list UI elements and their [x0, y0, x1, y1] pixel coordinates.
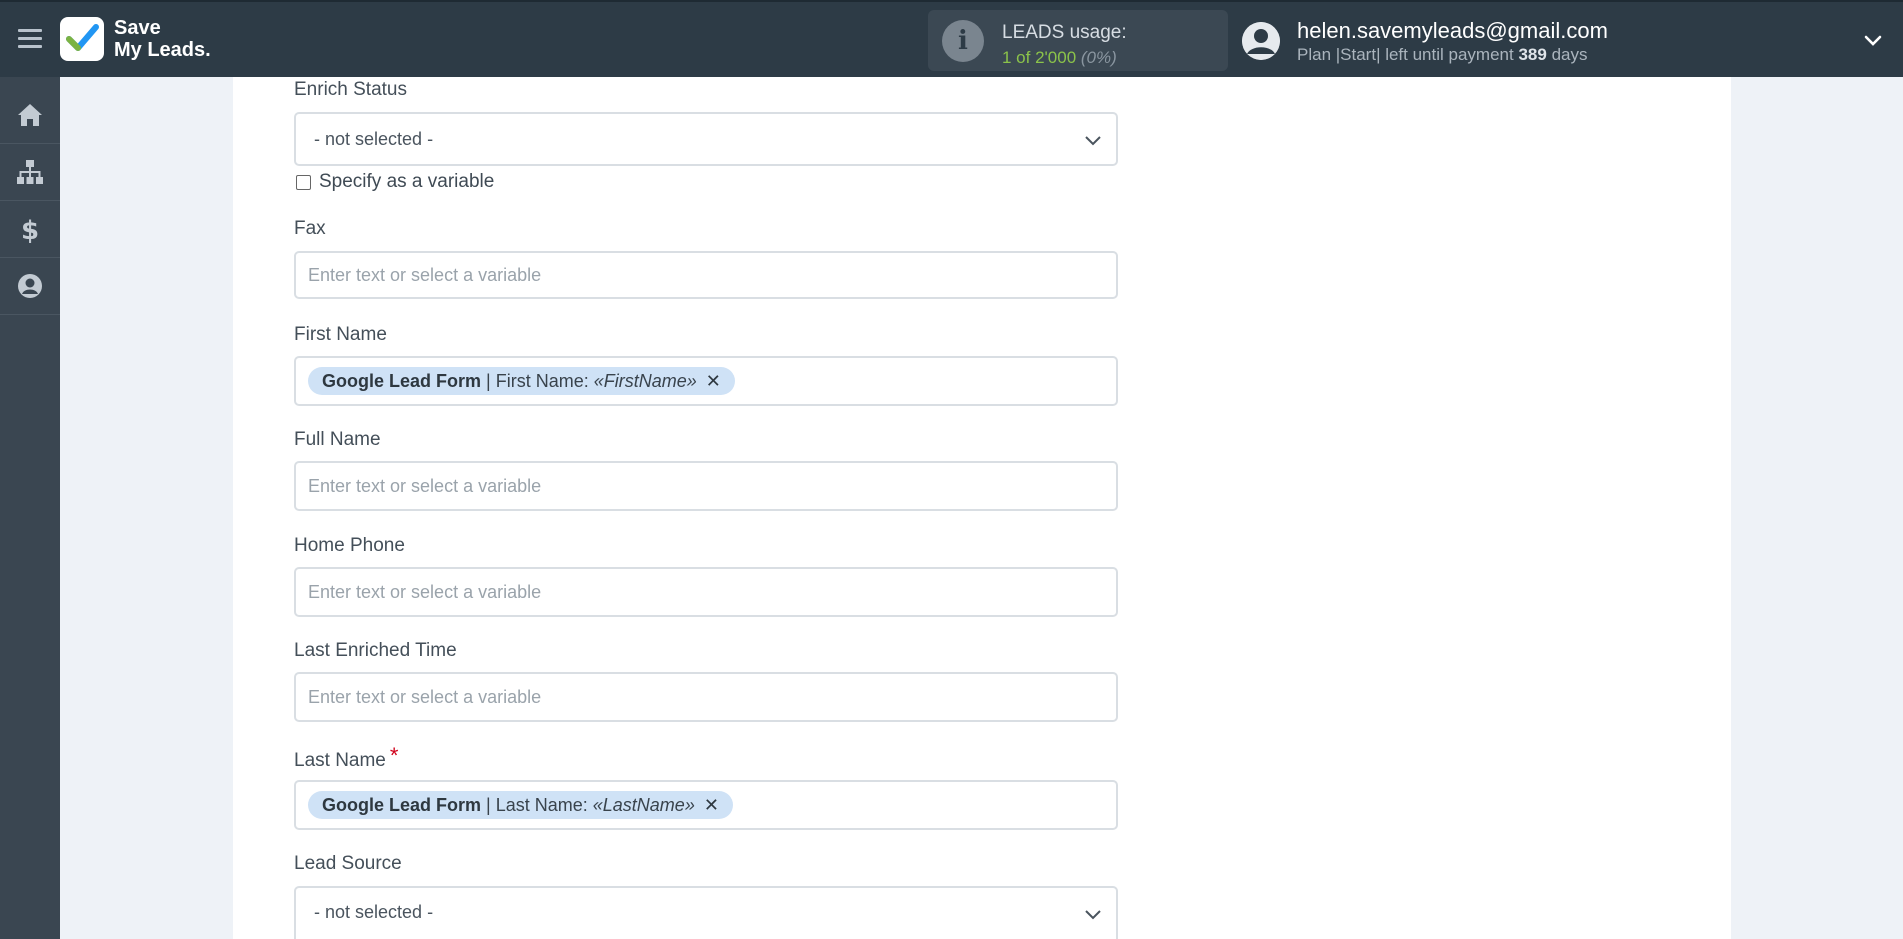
logo-icon[interactable] — [60, 17, 104, 61]
enrich-status-select[interactable]: - not selected - — [294, 112, 1118, 166]
user-email[interactable]: helen.savemyleads@gmail.com — [1297, 18, 1608, 44]
info-icon: i — [942, 20, 984, 62]
plan-suffix: days — [1551, 45, 1588, 64]
usage-count-value: 1 of 2'000 — [1002, 48, 1077, 67]
home-phone-input[interactable]: Enter text or select a variable — [294, 567, 1118, 617]
chip-source: Google Lead Form — [322, 795, 482, 815]
user-plan: Plan |Start| left until payment 389 days — [1297, 45, 1587, 65]
specify-variable-checkbox[interactable] — [296, 174, 311, 190]
last-enriched-time-label: Last Enriched Time — [294, 640, 457, 661]
chip-variable: «FirstName» — [593, 371, 697, 391]
top-bar: Save My Leads. i LEADS usage: 1 of 2'000… — [0, 0, 1903, 77]
last-name-label-text: Last Name — [294, 750, 386, 771]
last-name-input[interactable]: Google Lead Form | Last Name: «LastName»… — [294, 780, 1118, 830]
sidebar-item-connections[interactable] — [0, 144, 60, 201]
sidebar-item-account[interactable] — [0, 258, 60, 315]
chip-source: Google Lead Form — [322, 371, 482, 391]
enrich-status-label: Enrich Status — [294, 79, 407, 100]
full-name-placeholder: Enter text or select a variable — [308, 476, 542, 496]
sidebar-item-billing[interactable]: $ — [0, 201, 60, 258]
dollar-icon: $ — [21, 216, 39, 244]
sidebar-item-home[interactable] — [0, 87, 60, 144]
avatar[interactable] — [1242, 22, 1280, 60]
required-mark: * — [389, 743, 399, 768]
sitemap-icon — [17, 160, 43, 184]
close-icon[interactable]: ✕ — [706, 371, 721, 391]
full-name-input[interactable]: Enter text or select a variable — [294, 461, 1118, 511]
last-name-label: Last Name * — [294, 743, 399, 772]
svg-text:$: $ — [21, 216, 39, 244]
leads-usage-panel: i LEADS usage: 1 of 2'000 (0%) — [928, 10, 1228, 71]
home-phone-label: Home Phone — [294, 535, 405, 556]
chevron-down-icon[interactable] — [1863, 30, 1883, 50]
specify-variable-label: Specify as a variable — [319, 171, 495, 192]
plan-days: 389 — [1518, 45, 1547, 64]
chevron-down-icon — [1085, 136, 1101, 146]
user-circle-icon — [18, 274, 42, 298]
brand-name[interactable]: Save My Leads. — [114, 17, 211, 61]
enrich-status-value: - not selected - — [314, 129, 434, 149]
chip-field: | First Name: — [486, 371, 589, 391]
close-icon[interactable]: ✕ — [704, 795, 719, 815]
menu-icon[interactable] — [18, 29, 42, 49]
usage-count: 1 of 2'000 (0%) — [1002, 48, 1117, 68]
chip-field: | Last Name: — [486, 795, 588, 815]
sidebar: $ — [0, 77, 60, 939]
full-name-label: Full Name — [294, 429, 381, 450]
brand-line-2: My Leads. — [114, 39, 211, 61]
lead-source-select[interactable]: - not selected - — [294, 886, 1118, 939]
fax-input[interactable]: Enter text or select a variable — [294, 251, 1118, 299]
fax-placeholder: Enter text or select a variable — [308, 265, 542, 285]
last-enriched-time-placeholder: Enter text or select a variable — [308, 687, 542, 707]
chip-variable: «LastName» — [592, 795, 695, 815]
fax-label: Fax — [294, 218, 326, 239]
usage-title: LEADS usage: — [1002, 22, 1127, 43]
last-enriched-time-input[interactable]: Enter text or select a variable — [294, 672, 1118, 722]
chevron-down-icon — [1085, 910, 1101, 920]
lead-source-value: - not selected - — [314, 902, 434, 922]
plan-prefix: Plan |Start| left until payment — [1297, 45, 1514, 64]
brand-line-1: Save — [114, 17, 161, 39]
specify-variable-row[interactable]: Specify as a variable — [296, 171, 494, 193]
home-icon — [18, 104, 42, 126]
lead-source-label: Lead Source — [294, 853, 402, 874]
first-name-label: First Name — [294, 324, 387, 345]
home-phone-placeholder: Enter text or select a variable — [308, 582, 542, 602]
last-name-variable-chip[interactable]: Google Lead Form | Last Name: «LastName»… — [308, 791, 733, 819]
first-name-variable-chip[interactable]: Google Lead Form | First Name: «FirstNam… — [308, 367, 735, 395]
usage-percent: (0%) — [1080, 48, 1117, 67]
first-name-input[interactable]: Google Lead Form | First Name: «FirstNam… — [294, 356, 1118, 406]
